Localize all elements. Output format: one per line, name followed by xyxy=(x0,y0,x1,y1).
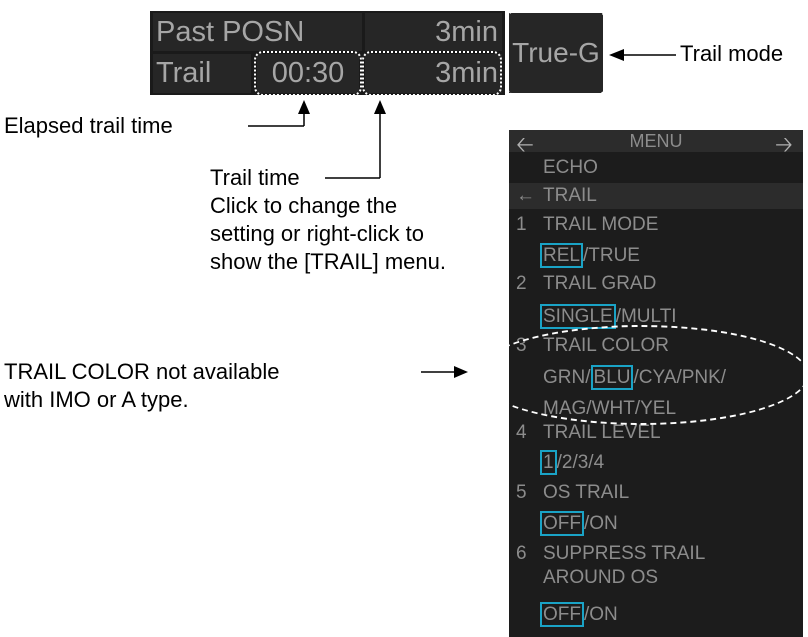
item-label: SUPPRESS TRAIL xyxy=(543,543,706,564)
trail-time-annotation-line4: show the [TRAIL] menu. xyxy=(210,249,446,274)
elapsed-highlight xyxy=(254,51,362,96)
trail-label: Trail xyxy=(153,54,251,93)
trail-time-annotation-line2: Click to change the xyxy=(210,193,398,218)
menu-header: 🡠 MENU 🡢 xyxy=(509,130,803,157)
past-posn-value[interactable]: 3min xyxy=(365,13,502,51)
item-label: TRAIL MODE xyxy=(543,214,659,235)
menu-item-trail[interactable]: ← TRAIL xyxy=(509,183,803,209)
back-arrow-icon: ← xyxy=(516,185,535,206)
arrow-right-icon[interactable]: 🡢 xyxy=(775,128,793,166)
option-level-2[interactable]: 2 xyxy=(562,452,573,473)
color-note-line1: TRAIL COLOR not available xyxy=(4,359,280,384)
past-posn-label: Past POSN xyxy=(153,13,362,51)
option-level-4[interactable]: 4 xyxy=(594,452,605,473)
item-number: 4 xyxy=(516,422,527,443)
elapsed-annotation: Elapsed trail time xyxy=(4,113,173,138)
option-on[interactable]: ON xyxy=(589,513,618,534)
item-number: 1 xyxy=(516,214,527,235)
item-label-line2: AROUND OS xyxy=(543,567,659,588)
menu-title: MENU xyxy=(629,131,683,151)
trail-time-annotation: Trail time xyxy=(210,165,300,190)
option-off[interactable]: OFF xyxy=(540,602,584,627)
option-off[interactable]: OFF xyxy=(540,511,584,536)
option-true[interactable]: TRUE xyxy=(588,245,640,266)
option-level-1[interactable]: 1 xyxy=(540,450,557,475)
trail-color-highlight xyxy=(474,325,808,425)
item-number: 2 xyxy=(516,273,527,294)
menu-trail-label: TRAIL xyxy=(543,185,597,206)
item-label: TRAIL GRAD xyxy=(543,273,657,294)
option-on[interactable]: ON xyxy=(589,604,618,625)
trail-mode-highlight xyxy=(506,10,606,96)
trail-mode-annotation: Trail mode xyxy=(680,41,784,66)
option-multi[interactable]: MULTI xyxy=(621,306,677,327)
item-label: TRAIL LEVEL xyxy=(543,422,661,443)
item-number: 5 xyxy=(516,482,527,503)
item-label: OS TRAIL xyxy=(543,482,630,503)
color-note-line2: with IMO or A type. xyxy=(4,387,189,412)
option-rel[interactable]: REL xyxy=(540,243,583,268)
option-level-3[interactable]: 3 xyxy=(578,452,589,473)
menu-echo-label: ECHO xyxy=(543,157,598,178)
trail-time-highlight xyxy=(362,51,502,96)
item-number: 6 xyxy=(516,543,527,564)
trail-time-annotation-line3: setting or right-click to xyxy=(210,221,424,246)
